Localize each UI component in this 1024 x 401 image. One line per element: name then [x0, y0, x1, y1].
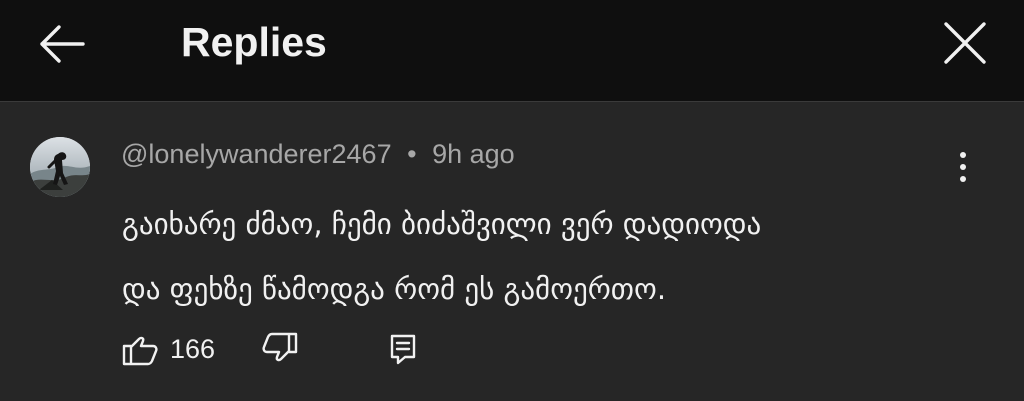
- comment-meta: @lonelywanderer2467 • 9h ago: [121, 138, 515, 170]
- close-button[interactable]: [936, 14, 994, 72]
- avatar[interactable]: [30, 137, 90, 197]
- like-count: 166: [170, 334, 216, 364]
- comment-body: გაიხარე ძმაო, ჩემი ბიძაშვილი ვერ დადიოდა…: [122, 192, 962, 322]
- comment-time: 9h ago: [432, 139, 515, 169]
- replies-screen: Replies @lonelywanderer2467 • 9h ago გაი…: [0, 0, 1024, 401]
- comment-line: და ფეხზე წამოდგა რომ ეს გამოერთო.: [122, 272, 667, 306]
- thumb-up-icon: [122, 336, 158, 366]
- more-vertical-icon: [960, 152, 966, 182]
- like-button[interactable]: [122, 331, 158, 367]
- arrow-left-icon: [40, 25, 85, 63]
- close-icon: [944, 22, 986, 64]
- wanderer-avatar-image: [30, 137, 90, 197]
- replies-header: Replies: [0, 0, 1024, 102]
- comment-menu-button[interactable]: [947, 150, 979, 184]
- reply-comment-card: @lonelywanderer2467 • 9h ago გაიხარე ძმა…: [0, 102, 1024, 401]
- dislike-button[interactable]: [262, 331, 298, 367]
- back-button[interactable]: [34, 20, 90, 68]
- comment-reply-icon: [390, 334, 416, 365]
- meta-separator: •: [407, 139, 417, 169]
- comment-author[interactable]: @lonelywanderer2467: [121, 139, 392, 169]
- comment-line: გაიხარე ძმაო, ჩემი ბიძაშვილი ვერ დადიოდა: [122, 207, 762, 241]
- thumb-down-icon: [262, 332, 298, 362]
- reply-button[interactable]: [388, 333, 418, 365]
- page-title: Replies: [181, 19, 327, 65]
